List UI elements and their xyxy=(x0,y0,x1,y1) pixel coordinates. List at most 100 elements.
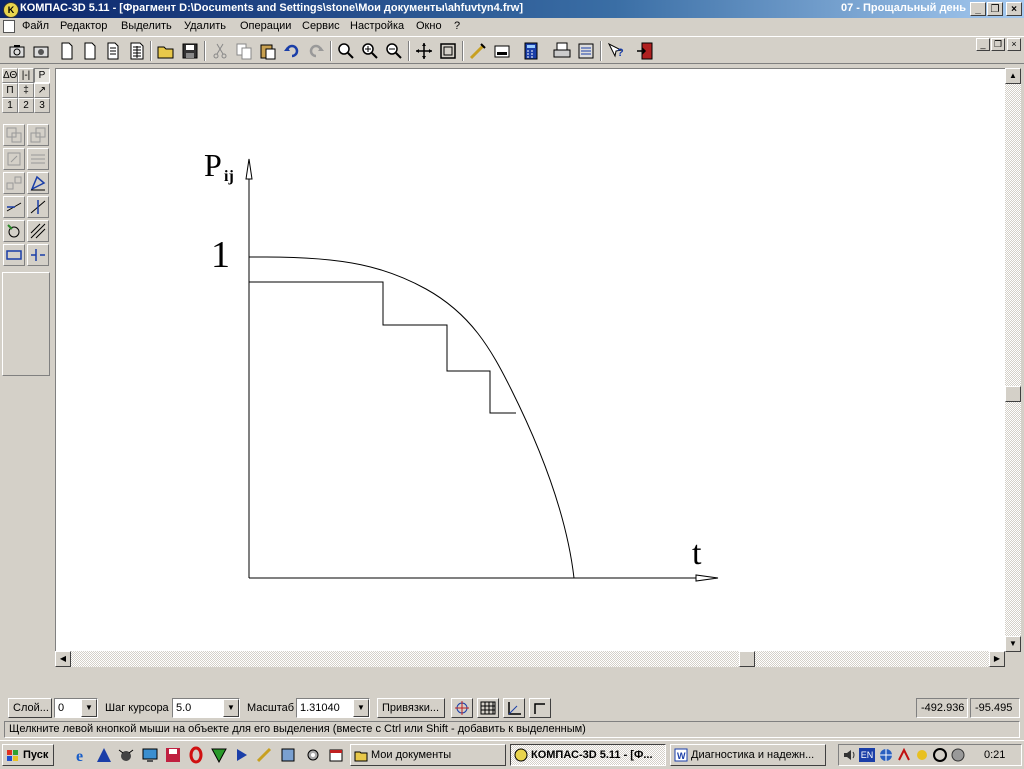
undo-icon[interactable] xyxy=(281,40,303,62)
zoom-in-icon[interactable] xyxy=(359,40,381,62)
network-icon[interactable] xyxy=(879,748,893,762)
mirror-icon[interactable] xyxy=(3,172,25,194)
paste-icon[interactable] xyxy=(257,40,279,62)
drawing-canvas[interactable]: P ij 1 t xyxy=(55,68,1005,652)
open-folder-icon[interactable] xyxy=(155,40,177,62)
hatch-icon[interactable] xyxy=(27,220,49,242)
new-document-icon[interactable] xyxy=(56,40,78,62)
zoom-out-icon[interactable] xyxy=(383,40,405,62)
disk-icon[interactable] xyxy=(951,748,965,762)
application-icon[interactable] xyxy=(279,746,297,764)
redo-icon[interactable] xyxy=(305,40,327,62)
messenger-icon[interactable] xyxy=(915,748,929,762)
exit-icon[interactable] xyxy=(634,40,656,62)
cycle-icon[interactable] xyxy=(3,220,25,242)
layers-icon[interactable] xyxy=(491,40,513,62)
calculator-icon[interactable] xyxy=(520,40,542,62)
cut-icon[interactable] xyxy=(209,40,231,62)
menu-editor[interactable]: Редактор xyxy=(60,20,107,32)
winamp-icon[interactable] xyxy=(210,746,228,764)
tab-page-3[interactable]: 3 xyxy=(34,98,50,113)
tab-page-1[interactable]: 1 xyxy=(2,98,18,113)
zoom-window-icon[interactable] xyxy=(335,40,357,62)
scroll-left-button[interactable]: ◀ xyxy=(55,651,71,667)
ortho-mode-icon[interactable] xyxy=(529,698,551,718)
new-text-icon[interactable] xyxy=(102,40,124,62)
deform-icon[interactable] xyxy=(27,172,49,194)
print-preview-icon[interactable] xyxy=(30,40,52,62)
grid-icon[interactable] xyxy=(477,698,499,718)
copy-objects-icon[interactable] xyxy=(27,124,49,146)
minimize-button[interactable]: _ xyxy=(970,2,986,16)
bug-tool-icon[interactable] xyxy=(117,746,135,764)
local-cs-icon[interactable] xyxy=(503,698,525,718)
tab-geometry[interactable]: ΔΘ xyxy=(2,68,18,83)
snaps-button[interactable]: Привязки... xyxy=(377,698,445,718)
internet-explorer-icon[interactable]: e xyxy=(74,746,92,765)
acrobat-icon[interactable] xyxy=(897,747,911,762)
move-icon[interactable] xyxy=(3,124,25,146)
horizontal-scrollbar[interactable]: ◀ ▶ xyxy=(55,651,1005,667)
menu-select[interactable]: Выделить xyxy=(121,20,172,32)
horizontal-scroll-thumb[interactable] xyxy=(739,651,755,667)
cursor-step-dropdown-button[interactable]: ▼ xyxy=(223,699,239,717)
tab-select[interactable]: ↗ xyxy=(34,83,50,98)
scroll-right-button[interactable]: ▶ xyxy=(989,651,1005,667)
menu-help[interactable]: ? xyxy=(454,20,460,32)
print-icon[interactable] xyxy=(551,40,573,62)
menu-delete[interactable]: Удалить xyxy=(184,20,226,32)
task-my-documents[interactable]: Мои документы xyxy=(350,744,506,766)
pan-icon[interactable] xyxy=(413,40,435,62)
tab-edit[interactable]: P xyxy=(34,68,50,83)
layer-button[interactable]: Слой... xyxy=(8,698,52,718)
kompas-app-icon[interactable]: K xyxy=(3,2,19,18)
menu-service[interactable]: Сервис xyxy=(302,20,340,32)
menu-operations[interactable]: Операции xyxy=(240,20,291,32)
volume-icon[interactable] xyxy=(843,748,857,762)
new-spec-icon[interactable] xyxy=(126,40,148,62)
vertical-scroll-thumb[interactable] xyxy=(1005,386,1021,402)
scroll-down-button[interactable]: ▼ xyxy=(1005,636,1021,652)
run-icon[interactable] xyxy=(233,746,251,764)
macro-icon[interactable] xyxy=(3,244,25,266)
save-icon[interactable] xyxy=(179,40,201,62)
floppy-icon[interactable] xyxy=(164,746,182,764)
desktop-icon[interactable] xyxy=(141,746,159,764)
document-icon[interactable] xyxy=(3,20,15,33)
break-icon[interactable] xyxy=(27,244,49,266)
layer-dropdown-button[interactable]: ▼ xyxy=(81,699,97,717)
tab-dimensions[interactable]: |-| xyxy=(18,68,34,83)
new-fragment-icon[interactable] xyxy=(79,40,101,62)
tab-parametrize[interactable]: П xyxy=(2,83,18,98)
antivirus-icon[interactable] xyxy=(933,748,947,762)
language-indicator[interactable]: EN xyxy=(859,748,875,762)
menu-window[interactable]: Окно xyxy=(416,20,442,32)
help-icon[interactable]: ? xyxy=(605,40,627,62)
task-word-document[interactable]: W Диагностика и надежн... xyxy=(670,744,826,766)
task-kompas[interactable]: КОМПАС-3D 5.11 - [Ф... xyxy=(510,744,666,766)
opera-icon[interactable] xyxy=(187,746,205,764)
screenshot-icon[interactable] xyxy=(6,40,28,62)
copy-icon[interactable] xyxy=(233,40,255,62)
regen-icon[interactable] xyxy=(467,40,489,62)
split-icon[interactable] xyxy=(27,196,49,218)
calendar-icon[interactable] xyxy=(327,746,345,764)
snap-grid-toggle-icon[interactable] xyxy=(451,698,473,718)
kompas-quick-icon[interactable] xyxy=(95,746,113,764)
menu-settings[interactable]: Настройка xyxy=(350,20,404,32)
rotate-icon[interactable] xyxy=(3,148,25,170)
tab-measure[interactable]: ‡ xyxy=(18,83,34,98)
zoom-all-icon[interactable] xyxy=(437,40,459,62)
scale-icon[interactable] xyxy=(27,148,49,170)
start-button[interactable]: Пуск xyxy=(2,744,54,766)
tab-page-2[interactable]: 2 xyxy=(18,98,34,113)
vertical-scrollbar[interactable]: ▲ ▼ xyxy=(1005,68,1021,652)
close-button[interactable]: × xyxy=(1006,2,1022,16)
menu-file[interactable]: Файл xyxy=(22,20,49,32)
settings-icon[interactable] xyxy=(304,746,322,764)
maximize-button[interactable]: ❐ xyxy=(987,2,1003,16)
media-icon[interactable] xyxy=(256,746,274,764)
trim-icon[interactable] xyxy=(3,196,25,218)
scroll-up-button[interactable]: ▲ xyxy=(1005,68,1021,84)
library-icon[interactable] xyxy=(575,40,597,62)
